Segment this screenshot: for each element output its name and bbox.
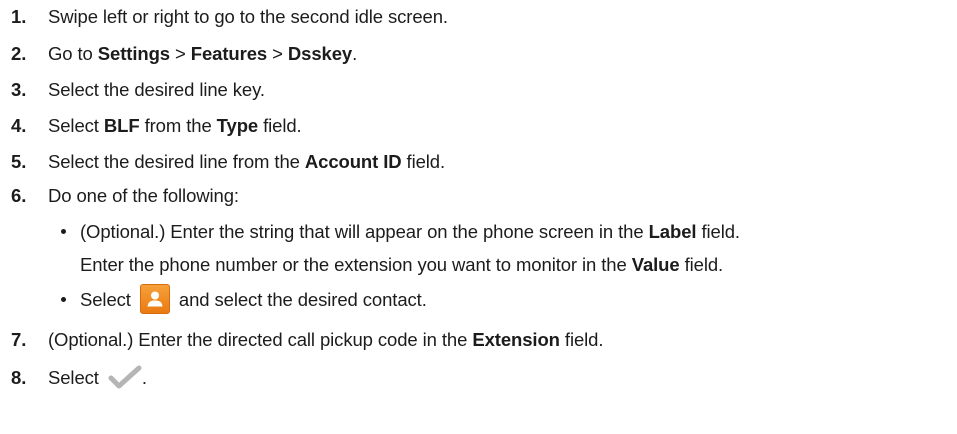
option-text: Select and select the desired contact. [80,284,427,315]
option-text: (Optional.) Enter the string that will a… [80,221,740,242]
checkmark-icon [108,365,142,389]
step-number: 6. [11,185,27,206]
step-text: Select the desired line key. [48,79,265,100]
step-number: 1. [11,6,27,27]
field-extension: Extension [472,329,560,350]
step-number: 4. [11,115,27,136]
menu-features: Features [190,43,268,64]
step-number: 8. [11,367,27,388]
bullet [61,297,66,302]
step-text: Go to Settings > Features > Dsskey. [48,43,358,64]
contact-icon [139,284,170,315]
step-number: 7. [11,329,27,350]
step-text: Swipe left or right to go to the second … [48,6,448,27]
step-text: Select the desired line from the Account… [48,151,446,172]
step-number: 5. [11,151,27,172]
step-number: 2. [11,43,27,64]
step-text: (Optional.) Enter the directed call pick… [48,329,604,350]
instruction-list: 1. Swipe left or right to go to the seco… [0,0,957,434]
step-text: Do one of the following: [48,185,239,206]
step-text: Select BLF from the Type field. [48,115,302,136]
field-type: Type [216,115,259,136]
bullet [61,229,66,234]
step-number: 3. [11,79,27,100]
field-value: Value [631,254,680,275]
field-account-id: Account ID [304,151,402,172]
field-label: Label [648,221,697,242]
option-text: Enter the phone number or the extension … [80,254,724,275]
step-text: Select . [48,365,147,389]
menu-settings: Settings [97,43,170,64]
menu-dsskey: Dsskey [287,43,353,64]
value-blf: BLF [103,115,140,136]
